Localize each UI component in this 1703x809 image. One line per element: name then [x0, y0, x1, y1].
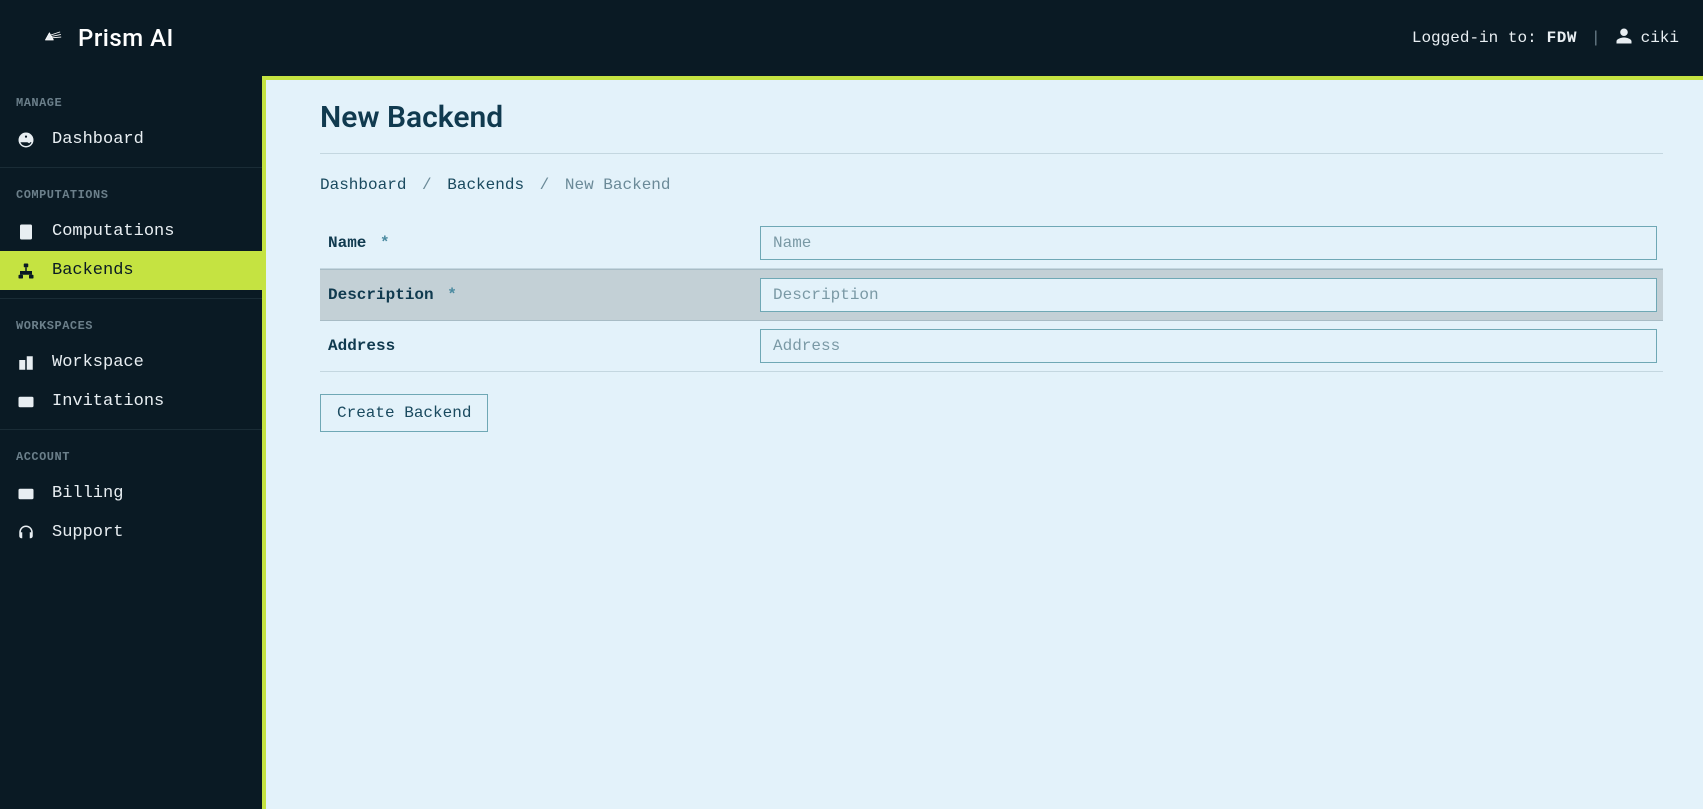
- form-row-name: Name *: [320, 218, 1663, 269]
- sidebar-item-billing[interactable]: Billing: [0, 474, 262, 513]
- header-divider: |: [1591, 29, 1601, 47]
- breadcrumb-sep: /: [422, 176, 432, 194]
- breadcrumb-sep: /: [540, 176, 550, 194]
- sidebar: MANAGE Dashboard COMPUTATIONS Computatio…: [0, 76, 262, 809]
- form-row-description: Description *: [320, 269, 1663, 321]
- gauge-icon: [16, 131, 36, 149]
- logged-in-label: Logged-in to:: [1412, 29, 1537, 47]
- title-divider: [320, 153, 1663, 154]
- sidebar-item-workspace[interactable]: Workspace: [0, 343, 262, 382]
- label-text: Description: [328, 286, 434, 304]
- required-mark: *: [447, 286, 457, 304]
- page-title: New Backend: [320, 100, 1663, 153]
- credit-card-icon: [16, 485, 36, 503]
- main-wrap: New Backend Dashboard / Backends / New B…: [262, 76, 1703, 809]
- sidebar-item-label: Backends: [52, 261, 134, 280]
- nav-section-computations: COMPUTATIONS Computations Backends: [0, 168, 262, 299]
- sitemap-icon: [16, 262, 36, 280]
- label-text: Address: [328, 337, 395, 355]
- headset-icon: [16, 524, 36, 542]
- header-right: Logged-in to: FDW | ciki: [1412, 27, 1679, 50]
- sidebar-item-label: Billing: [52, 484, 123, 503]
- description-input[interactable]: [760, 278, 1657, 312]
- nav-heading: WORKSPACES: [0, 313, 262, 343]
- nav-heading: MANAGE: [0, 90, 262, 120]
- breadcrumb: Dashboard / Backends / New Backend: [320, 176, 1663, 194]
- nav-heading: ACCOUNT: [0, 444, 262, 474]
- form-row-address: Address: [320, 321, 1663, 372]
- create-backend-button[interactable]: Create Backend: [320, 394, 488, 432]
- org-name[interactable]: FDW: [1547, 29, 1577, 47]
- id-card-icon: [16, 393, 36, 411]
- sidebar-item-label: Dashboard: [52, 130, 144, 149]
- user-icon: [1615, 27, 1633, 50]
- sidebar-item-label: Workspace: [52, 353, 144, 372]
- sidebar-item-support[interactable]: Support: [0, 513, 262, 552]
- sidebar-item-invitations[interactable]: Invitations: [0, 382, 262, 421]
- address-label: Address: [320, 337, 760, 355]
- brand[interactable]: Prism AI: [44, 24, 174, 52]
- user-chip[interactable]: ciki: [1615, 27, 1679, 50]
- sidebar-item-dashboard[interactable]: Dashboard: [0, 120, 262, 159]
- nav-section-manage: MANAGE Dashboard: [0, 76, 262, 168]
- name-input[interactable]: [760, 226, 1657, 260]
- brand-name: Prism AI: [78, 24, 174, 52]
- main: New Backend Dashboard / Backends / New B…: [266, 80, 1703, 809]
- name-label: Name *: [320, 234, 760, 252]
- nav-section-workspaces: WORKSPACES Workspace Invitations: [0, 299, 262, 430]
- backend-form: Name * Description * Address: [320, 218, 1663, 432]
- header: Prism AI Logged-in to: FDW | ciki: [0, 0, 1703, 76]
- logo-icon: [44, 27, 62, 50]
- sidebar-item-backends[interactable]: Backends: [0, 251, 262, 290]
- sidebar-item-computations[interactable]: Computations: [0, 212, 262, 251]
- breadcrumb-link-backends[interactable]: Backends: [447, 176, 524, 194]
- nav-section-account: ACCOUNT Billing Support: [0, 430, 262, 560]
- buildings-icon: [16, 354, 36, 372]
- label-text: Name: [328, 234, 366, 252]
- address-input[interactable]: [760, 329, 1657, 363]
- calculator-icon: [16, 223, 36, 241]
- required-mark: *: [380, 234, 390, 252]
- sidebar-item-label: Invitations: [52, 392, 164, 411]
- sidebar-item-label: Support: [52, 523, 123, 542]
- breadcrumb-link-dashboard[interactable]: Dashboard: [320, 176, 406, 194]
- description-label: Description *: [320, 286, 760, 304]
- user-name: ciki: [1641, 29, 1679, 47]
- nav-heading: COMPUTATIONS: [0, 182, 262, 212]
- breadcrumb-current: New Backend: [565, 176, 671, 194]
- sidebar-item-label: Computations: [52, 222, 174, 241]
